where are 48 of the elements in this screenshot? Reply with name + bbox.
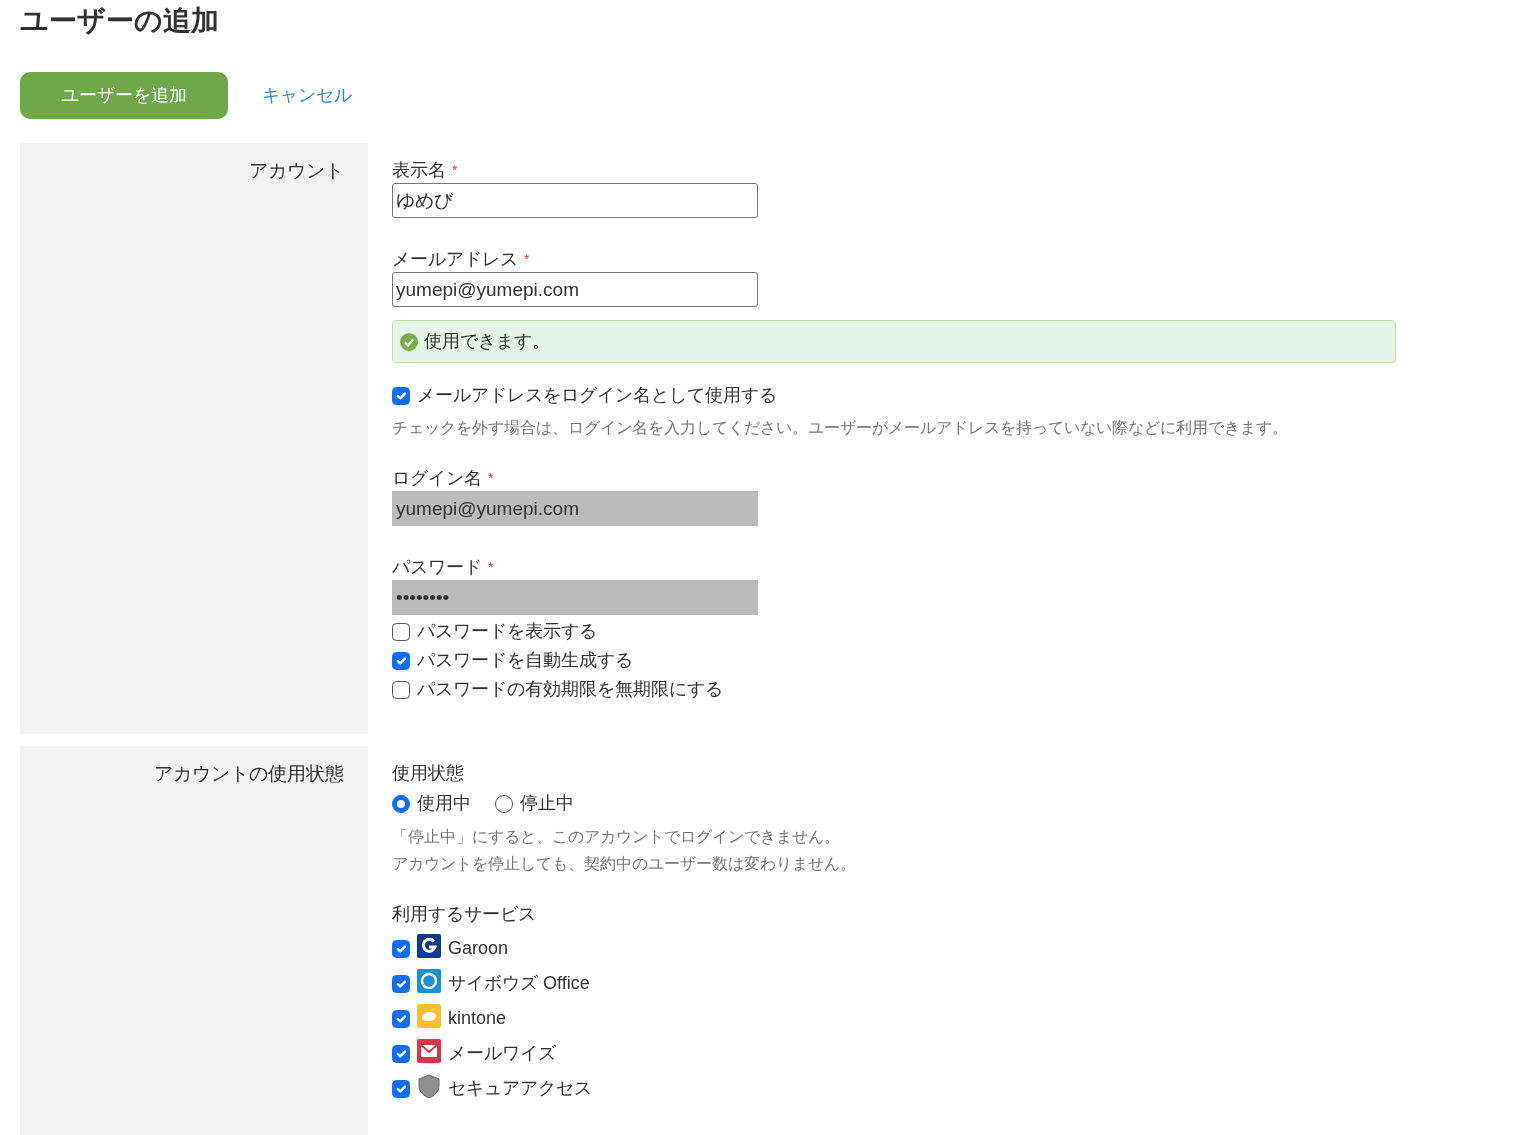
- required-asterisk: *: [488, 470, 494, 486]
- help-text: 「停止中」にすると、このアカウントでログインできません。: [392, 827, 841, 847]
- section-heading: アカウントの使用状態: [154, 763, 344, 784]
- service-label: Garoon: [448, 937, 509, 960]
- notice-text: 使用できます。: [424, 330, 550, 353]
- input-field[interactable]: yumepi@yumepi.com: [392, 272, 758, 307]
- page-title: ユーザーの追加: [20, 4, 220, 38]
- section-heading: アカウント: [249, 160, 344, 181]
- required-asterisk: *: [488, 559, 494, 575]
- field-label: 使用状態: [392, 762, 465, 785]
- radio-button[interactable]: [392, 794, 410, 813]
- radio-label: 使用中: [417, 792, 471, 815]
- help-text: アカウントを停止しても、契約中のユーザー数は変わりません。: [392, 854, 857, 874]
- radio-label: 停止中: [520, 792, 574, 815]
- checkbox[interactable]: [392, 939, 410, 958]
- shield-icon: [417, 1073, 441, 1098]
- g-letter-icon: [417, 933, 441, 958]
- ring-icon: [417, 968, 441, 993]
- input-field[interactable]: ゆめび: [392, 183, 758, 218]
- checkbox[interactable]: [392, 386, 410, 405]
- radio-button[interactable]: [495, 794, 513, 813]
- checkbox[interactable]: [392, 1079, 410, 1098]
- checkbox-label: パスワードの有効期限を無期限にする: [417, 678, 723, 701]
- checkbox[interactable]: [392, 974, 410, 993]
- field-label: メールアドレス: [392, 249, 518, 269]
- check-circle-icon: [400, 332, 418, 351]
- service-label: kintone: [448, 1007, 507, 1030]
- field-label: パスワード: [392, 557, 482, 577]
- required-asterisk: *: [524, 251, 530, 267]
- checkbox[interactable]: [392, 1009, 410, 1028]
- checkbox[interactable]: [392, 680, 410, 699]
- service-label: セキュアアクセス: [448, 1077, 592, 1100]
- help-text: チェックを外す場合は、ログイン名を入力してください。ユーザーがメールアドレスを持っていない際などに利用できます。: [392, 418, 1289, 438]
- checkbox[interactable]: [392, 1044, 410, 1063]
- cloud-icon: [417, 1003, 441, 1028]
- envelope-icon: [417, 1038, 441, 1063]
- required-asterisk: *: [452, 162, 458, 178]
- field-label: 表示名: [392, 160, 446, 180]
- field-label: 利用するサービス: [392, 903, 537, 926]
- checkbox-label: パスワードを表示する: [417, 620, 597, 643]
- checkbox-label: パスワードを自動生成する: [417, 649, 633, 672]
- service-label: サイボウズ Office: [448, 972, 590, 995]
- service-label: メールワイズ: [448, 1042, 556, 1065]
- checkbox[interactable]: [392, 622, 410, 641]
- cancel-link[interactable]: キャンセル: [262, 82, 352, 109]
- field-label: ログイン名: [392, 468, 482, 488]
- checkbox[interactable]: [392, 651, 410, 670]
- checkbox-label: メールアドレスをログイン名として使用する: [417, 384, 777, 407]
